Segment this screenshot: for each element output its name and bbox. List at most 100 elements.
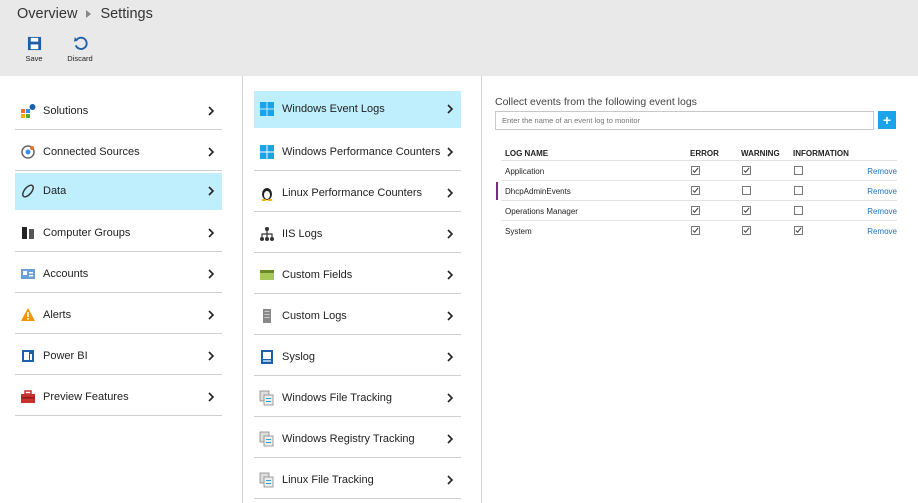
accounts-icon [20, 266, 36, 282]
chevron-right-icon [208, 310, 215, 320]
data-item-windows-registry-tracking[interactable]: Windows Registry Tracking [254, 421, 461, 458]
chevron-right-icon [208, 351, 215, 361]
data-item-label: IIS Logs [282, 228, 323, 240]
nav-item-power-bi[interactable]: Power BI [15, 338, 222, 375]
data-item-label: Syslog [282, 351, 316, 363]
toolbar: Save Discard [18, 36, 110, 63]
data-item-label: Windows Event Logs [282, 103, 385, 115]
table-row: Operations Manager Remove [501, 200, 897, 220]
toolbox-icon [20, 389, 36, 405]
chevron-right-icon [447, 475, 454, 485]
save-icon [27, 36, 41, 51]
add-event-log-button[interactable]: + [878, 111, 896, 129]
warning-checkbox[interactable] [742, 166, 751, 175]
save-label: Save [25, 54, 43, 63]
header: Overview Settings Save Discard [0, 0, 918, 76]
solutions-icon [20, 103, 36, 119]
data-item-windows-file-tracking[interactable]: Windows File Tracking [254, 380, 461, 417]
nav-item-alerts[interactable]: Alerts [15, 297, 222, 334]
col-header-warning: WARNING [741, 149, 780, 158]
data-item-iis-logs[interactable]: IIS Logs [254, 216, 461, 253]
chevron-right-icon [447, 104, 454, 114]
chevron-right-icon [447, 188, 454, 198]
chevron-right-icon [208, 186, 215, 196]
panel-title: Collect events from the following event … [495, 96, 697, 108]
registry-tracking-icon [259, 431, 275, 447]
chevron-right-icon [447, 270, 454, 280]
nav-item-label: Solutions [43, 105, 89, 117]
computer-groups-icon [20, 225, 36, 241]
settings-nav: Solutions Connected Sources Data Compute… [0, 76, 243, 503]
information-checkbox[interactable] [794, 226, 803, 235]
chevron-right-icon [208, 269, 215, 279]
data-item-linux-file-tracking[interactable]: Linux File Tracking [254, 462, 461, 499]
information-checkbox[interactable] [794, 206, 803, 215]
power-bi-icon [20, 348, 36, 364]
breadcrumb: Overview Settings [17, 6, 153, 22]
chevron-right-icon [447, 393, 454, 403]
nav-item-label: Accounts [43, 268, 89, 280]
col-header-information: INFORMATION [793, 149, 849, 158]
syslog-icon [259, 349, 275, 365]
col-header-error: ERROR [690, 149, 719, 158]
chevron-right-icon [447, 229, 454, 239]
chevron-right-icon [208, 228, 215, 238]
data-item-windows-performance-counters[interactable]: Windows Performance Counters [254, 134, 461, 171]
file-tracking-icon [259, 472, 275, 488]
nav-item-label: Computer Groups [43, 227, 131, 239]
nav-item-solutions[interactable]: Solutions [15, 93, 222, 130]
warning-checkbox[interactable] [742, 186, 751, 195]
chevron-right-icon [447, 352, 454, 362]
save-button[interactable]: Save [18, 36, 50, 63]
data-item-label: Custom Logs [282, 310, 347, 322]
windows-icon [259, 144, 275, 160]
error-checkbox[interactable] [691, 226, 700, 235]
row-marker [496, 182, 498, 200]
col-header-log-name: LOG NAME [505, 149, 549, 158]
data-nav: Windows Event Logs Windows Performance C… [243, 76, 482, 503]
alert-icon [20, 307, 36, 323]
network-icon [259, 226, 275, 242]
chevron-right-icon [86, 10, 92, 18]
information-checkbox[interactable] [794, 166, 803, 175]
data-item-custom-logs[interactable]: Custom Logs [254, 298, 461, 335]
breadcrumb-overview[interactable]: Overview [17, 6, 77, 22]
breadcrumb-settings: Settings [100, 6, 153, 22]
nav-item-computer-groups[interactable]: Computer Groups [15, 215, 222, 252]
nav-item-connected-sources[interactable]: Connected Sources [15, 134, 222, 171]
chevron-right-icon [208, 106, 215, 116]
information-checkbox[interactable] [794, 186, 803, 195]
error-checkbox[interactable] [691, 166, 700, 175]
chevron-right-icon [447, 434, 454, 444]
error-checkbox[interactable] [691, 186, 700, 195]
file-tracking-icon [259, 390, 275, 406]
nav-item-accounts[interactable]: Accounts [15, 256, 222, 293]
log-name-cell: Application [505, 167, 545, 176]
discard-button[interactable]: Discard [64, 36, 96, 63]
data-icon [20, 183, 36, 199]
nav-item-label: Connected Sources [43, 146, 140, 158]
remove-link[interactable]: Remove [867, 207, 897, 216]
data-item-syslog[interactable]: Syslog [254, 339, 461, 376]
data-item-windows-event-logs[interactable]: Windows Event Logs [254, 91, 461, 128]
nav-item-preview-features[interactable]: Preview Features [15, 379, 222, 416]
event-logs-panel: Collect events from the following event … [482, 76, 918, 503]
remove-link[interactable]: Remove [867, 187, 897, 196]
chevron-right-icon [208, 147, 215, 157]
data-item-custom-fields[interactable]: Custom Fields [254, 257, 461, 294]
remove-link[interactable]: Remove [867, 227, 897, 236]
chevron-right-icon [447, 311, 454, 321]
table-row: Application Remove [501, 160, 897, 180]
nav-item-label: Alerts [43, 309, 72, 321]
warning-checkbox[interactable] [742, 206, 751, 215]
warning-checkbox[interactable] [742, 226, 751, 235]
data-item-linux-performance-counters[interactable]: Linux Performance Counters [254, 175, 461, 212]
remove-link[interactable]: Remove [867, 167, 897, 176]
data-item-label: Windows Performance Counters [282, 146, 441, 158]
chevron-right-icon [208, 392, 215, 402]
connected-sources-icon [20, 144, 36, 160]
error-checkbox[interactable] [691, 206, 700, 215]
nav-item-data[interactable]: Data [15, 173, 222, 210]
log-name-cell: System [505, 227, 532, 236]
event-log-input[interactable] [495, 111, 874, 130]
